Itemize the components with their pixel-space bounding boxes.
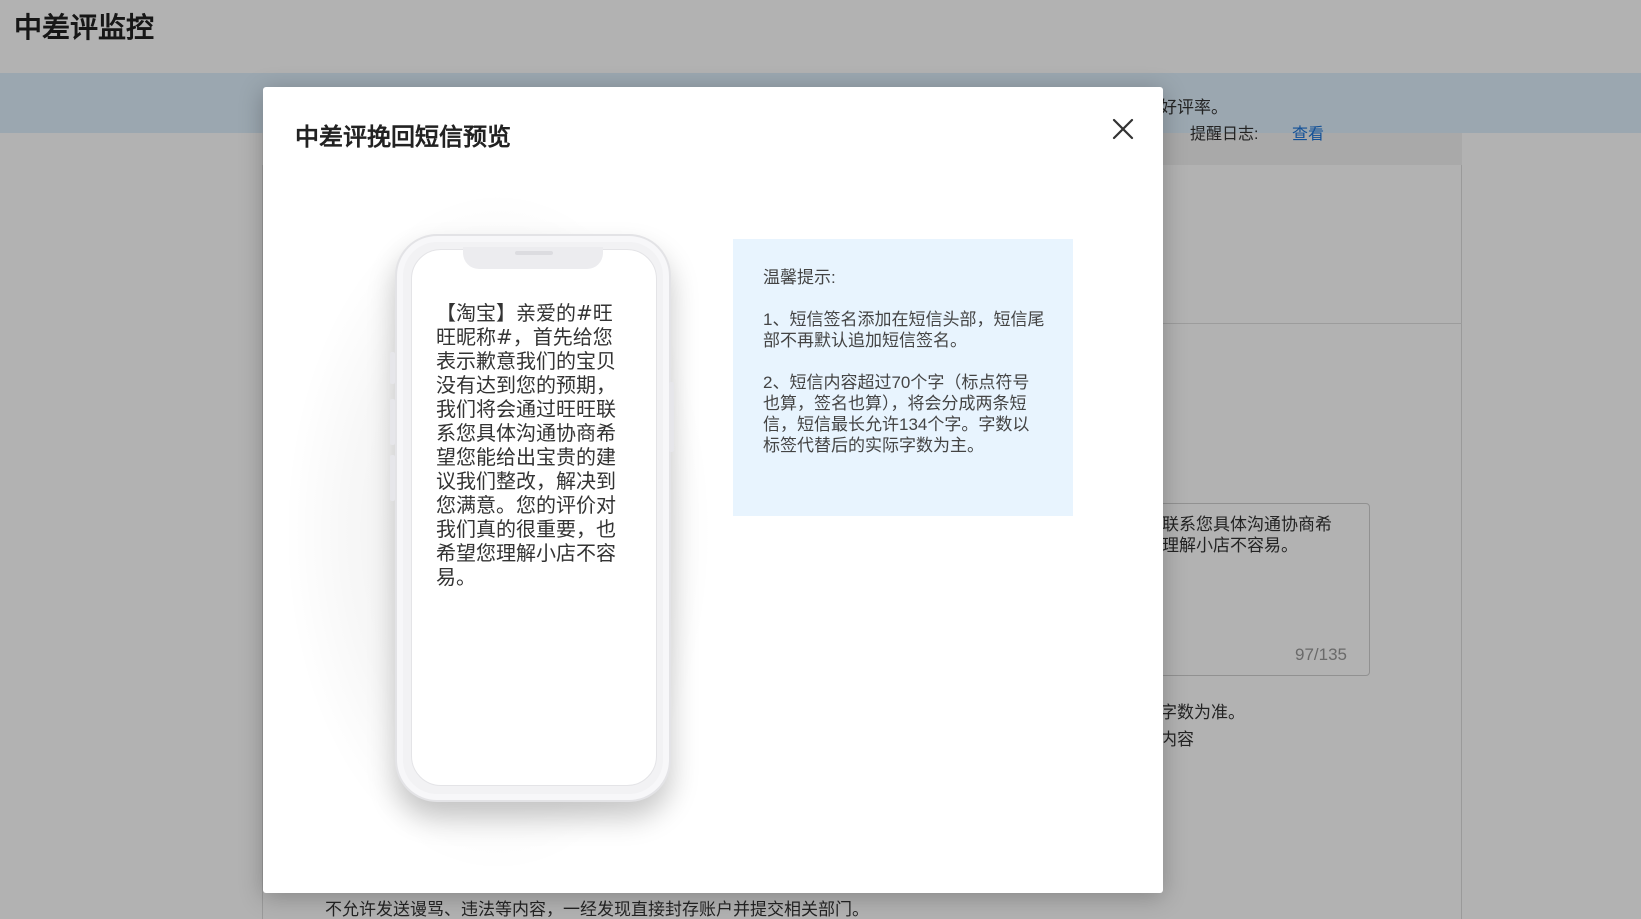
sms-preview-text: 【淘宝】亲爱的#旺旺昵称#，首先给您表示歉意我们的宝贝没有达到您的预期，我们将会… <box>436 301 616 589</box>
tips-box: 温馨提示: 1、短信签名添加在短信头部，短信尾部不再默认追加短信签名。 2、短信… <box>733 239 1073 516</box>
tip-signature: 1、短信签名添加在短信头部，短信尾部不再默认追加短信签名。 <box>763 310 1045 350</box>
close-icon[interactable] <box>1109 115 1137 143</box>
phone-volume-down-icon <box>390 399 395 445</box>
page-root: 中差评监控 好评率。 提醒日志: 查看 联系您具体沟通协商希 理解小店不容易。 … <box>0 0 1641 919</box>
phone-power-icon <box>669 382 674 452</box>
phone-mute-icon <box>390 455 395 501</box>
tips-heading: 温馨提示: <box>763 268 836 287</box>
tip-length: 2、短信内容超过70个字（标点符号也算，签名也算），将会分成两条短信，短信最长允… <box>763 373 1030 455</box>
phone-volume-up-icon <box>390 352 395 384</box>
phone-speaker-icon <box>515 251 553 255</box>
modal-title: 中差评挽回短信预览 <box>295 123 511 151</box>
sms-preview-modal: 中差评挽回短信预览 【淘宝】亲爱的#旺旺昵称#，首先给您表示歉意我们的宝贝没有达… <box>263 87 1163 893</box>
